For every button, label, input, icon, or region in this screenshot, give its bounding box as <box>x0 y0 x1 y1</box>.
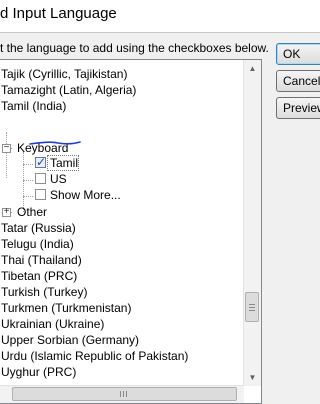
blue-pen-underline <box>29 141 81 145</box>
horizontal-scroll-thumb[interactable] <box>12 387 237 401</box>
